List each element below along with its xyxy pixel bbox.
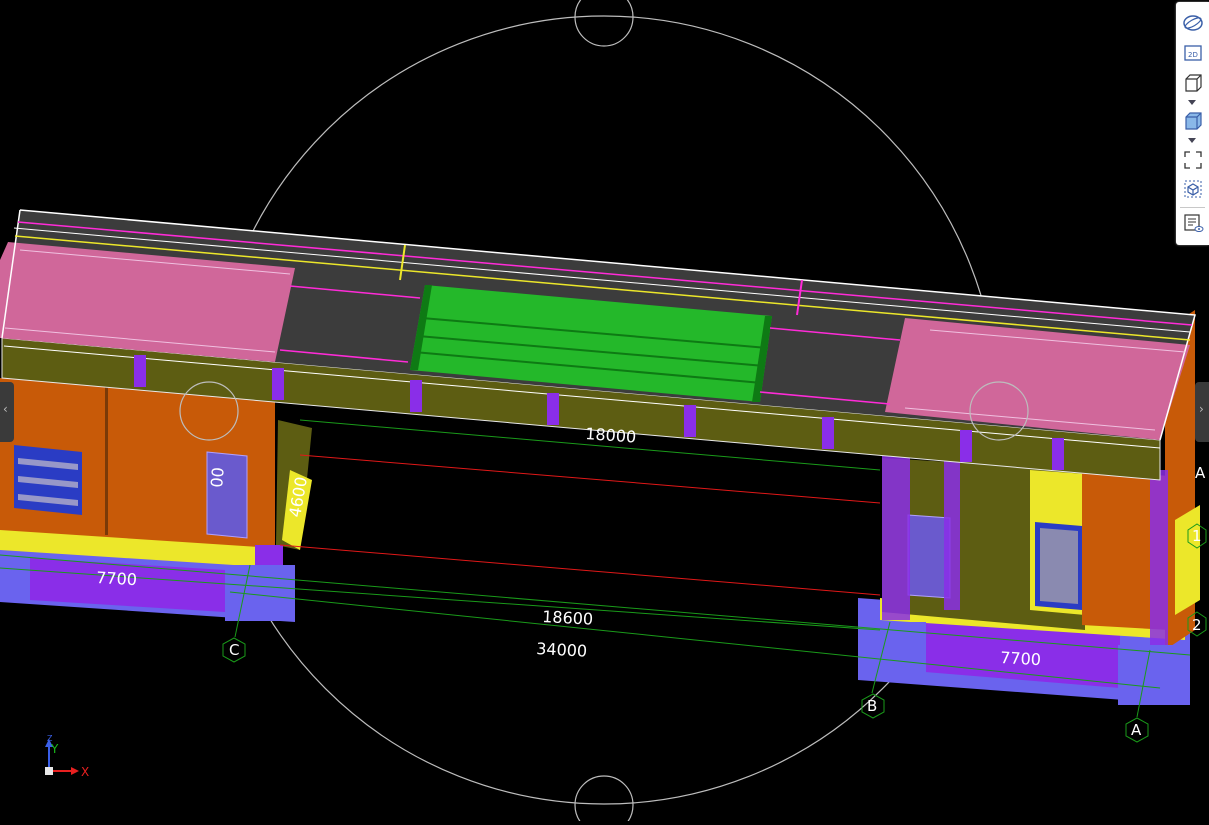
grid-label-edge: A [1195, 464, 1206, 482]
right-panel-toggle[interactable]: › [1195, 382, 1209, 442]
view-shaded-box-icon [1185, 112, 1202, 130]
dim-mid-span: 18600 [542, 607, 594, 629]
view-2d-button[interactable]: 2D [1180, 40, 1206, 66]
view-box-dropdown[interactable] [1188, 100, 1196, 105]
chevron-right-icon: › [1199, 402, 1204, 416]
left-panel-toggle[interactable]: ‹ [0, 382, 14, 442]
dim-left-width: 7700 [96, 568, 138, 589]
svg-text:C: C [229, 641, 239, 659]
axis-x-label: X [81, 765, 89, 779]
dim-left-partial: 00 [207, 466, 228, 488]
view-shaded-dropdown[interactable] [1188, 138, 1196, 143]
svg-text:1: 1 [1192, 527, 1202, 545]
grid-label-c: C [222, 637, 246, 663]
svg-text:2D: 2D [1188, 51, 1198, 59]
view-toolbar: 2D [1176, 2, 1209, 245]
dim-top-span: 18000 [585, 424, 637, 447]
view-shaded-box-button[interactable] [1180, 108, 1206, 134]
3d-viewport[interactable]: 18000 4600 00 7700 7700 18600 34000 C B … [0, 0, 1209, 825]
axis-y-label: Y [50, 742, 59, 756]
view-2d-icon: 2D [1184, 45, 1202, 61]
object-icon [1184, 180, 1202, 198]
orbit-button[interactable] [1180, 10, 1206, 36]
grid-label-a: A [1125, 717, 1149, 743]
svg-text:2: 2 [1192, 616, 1202, 634]
grid-label-b: B [861, 693, 885, 719]
axis-triad: Z Y X [40, 734, 100, 785]
view-box-button[interactable] [1180, 70, 1206, 96]
fit-view-button[interactable] [1180, 147, 1206, 173]
dim-right-width: 7700 [1000, 648, 1042, 669]
properties-button[interactable] [1180, 210, 1206, 236]
svg-text:A: A [1131, 721, 1142, 739]
left-building[interactable] [0, 378, 312, 622]
properties-icon [1184, 214, 1204, 232]
svg-text:B: B [867, 697, 877, 715]
chevron-left-icon: ‹ [3, 402, 8, 416]
fit-view-icon [1184, 151, 1202, 169]
dim-total-span: 34000 [536, 639, 588, 661]
object-view-button[interactable] [1180, 176, 1206, 202]
toolbar-separator [1180, 207, 1205, 208]
orbit-icon [1183, 15, 1203, 31]
view-box-icon [1185, 74, 1202, 92]
